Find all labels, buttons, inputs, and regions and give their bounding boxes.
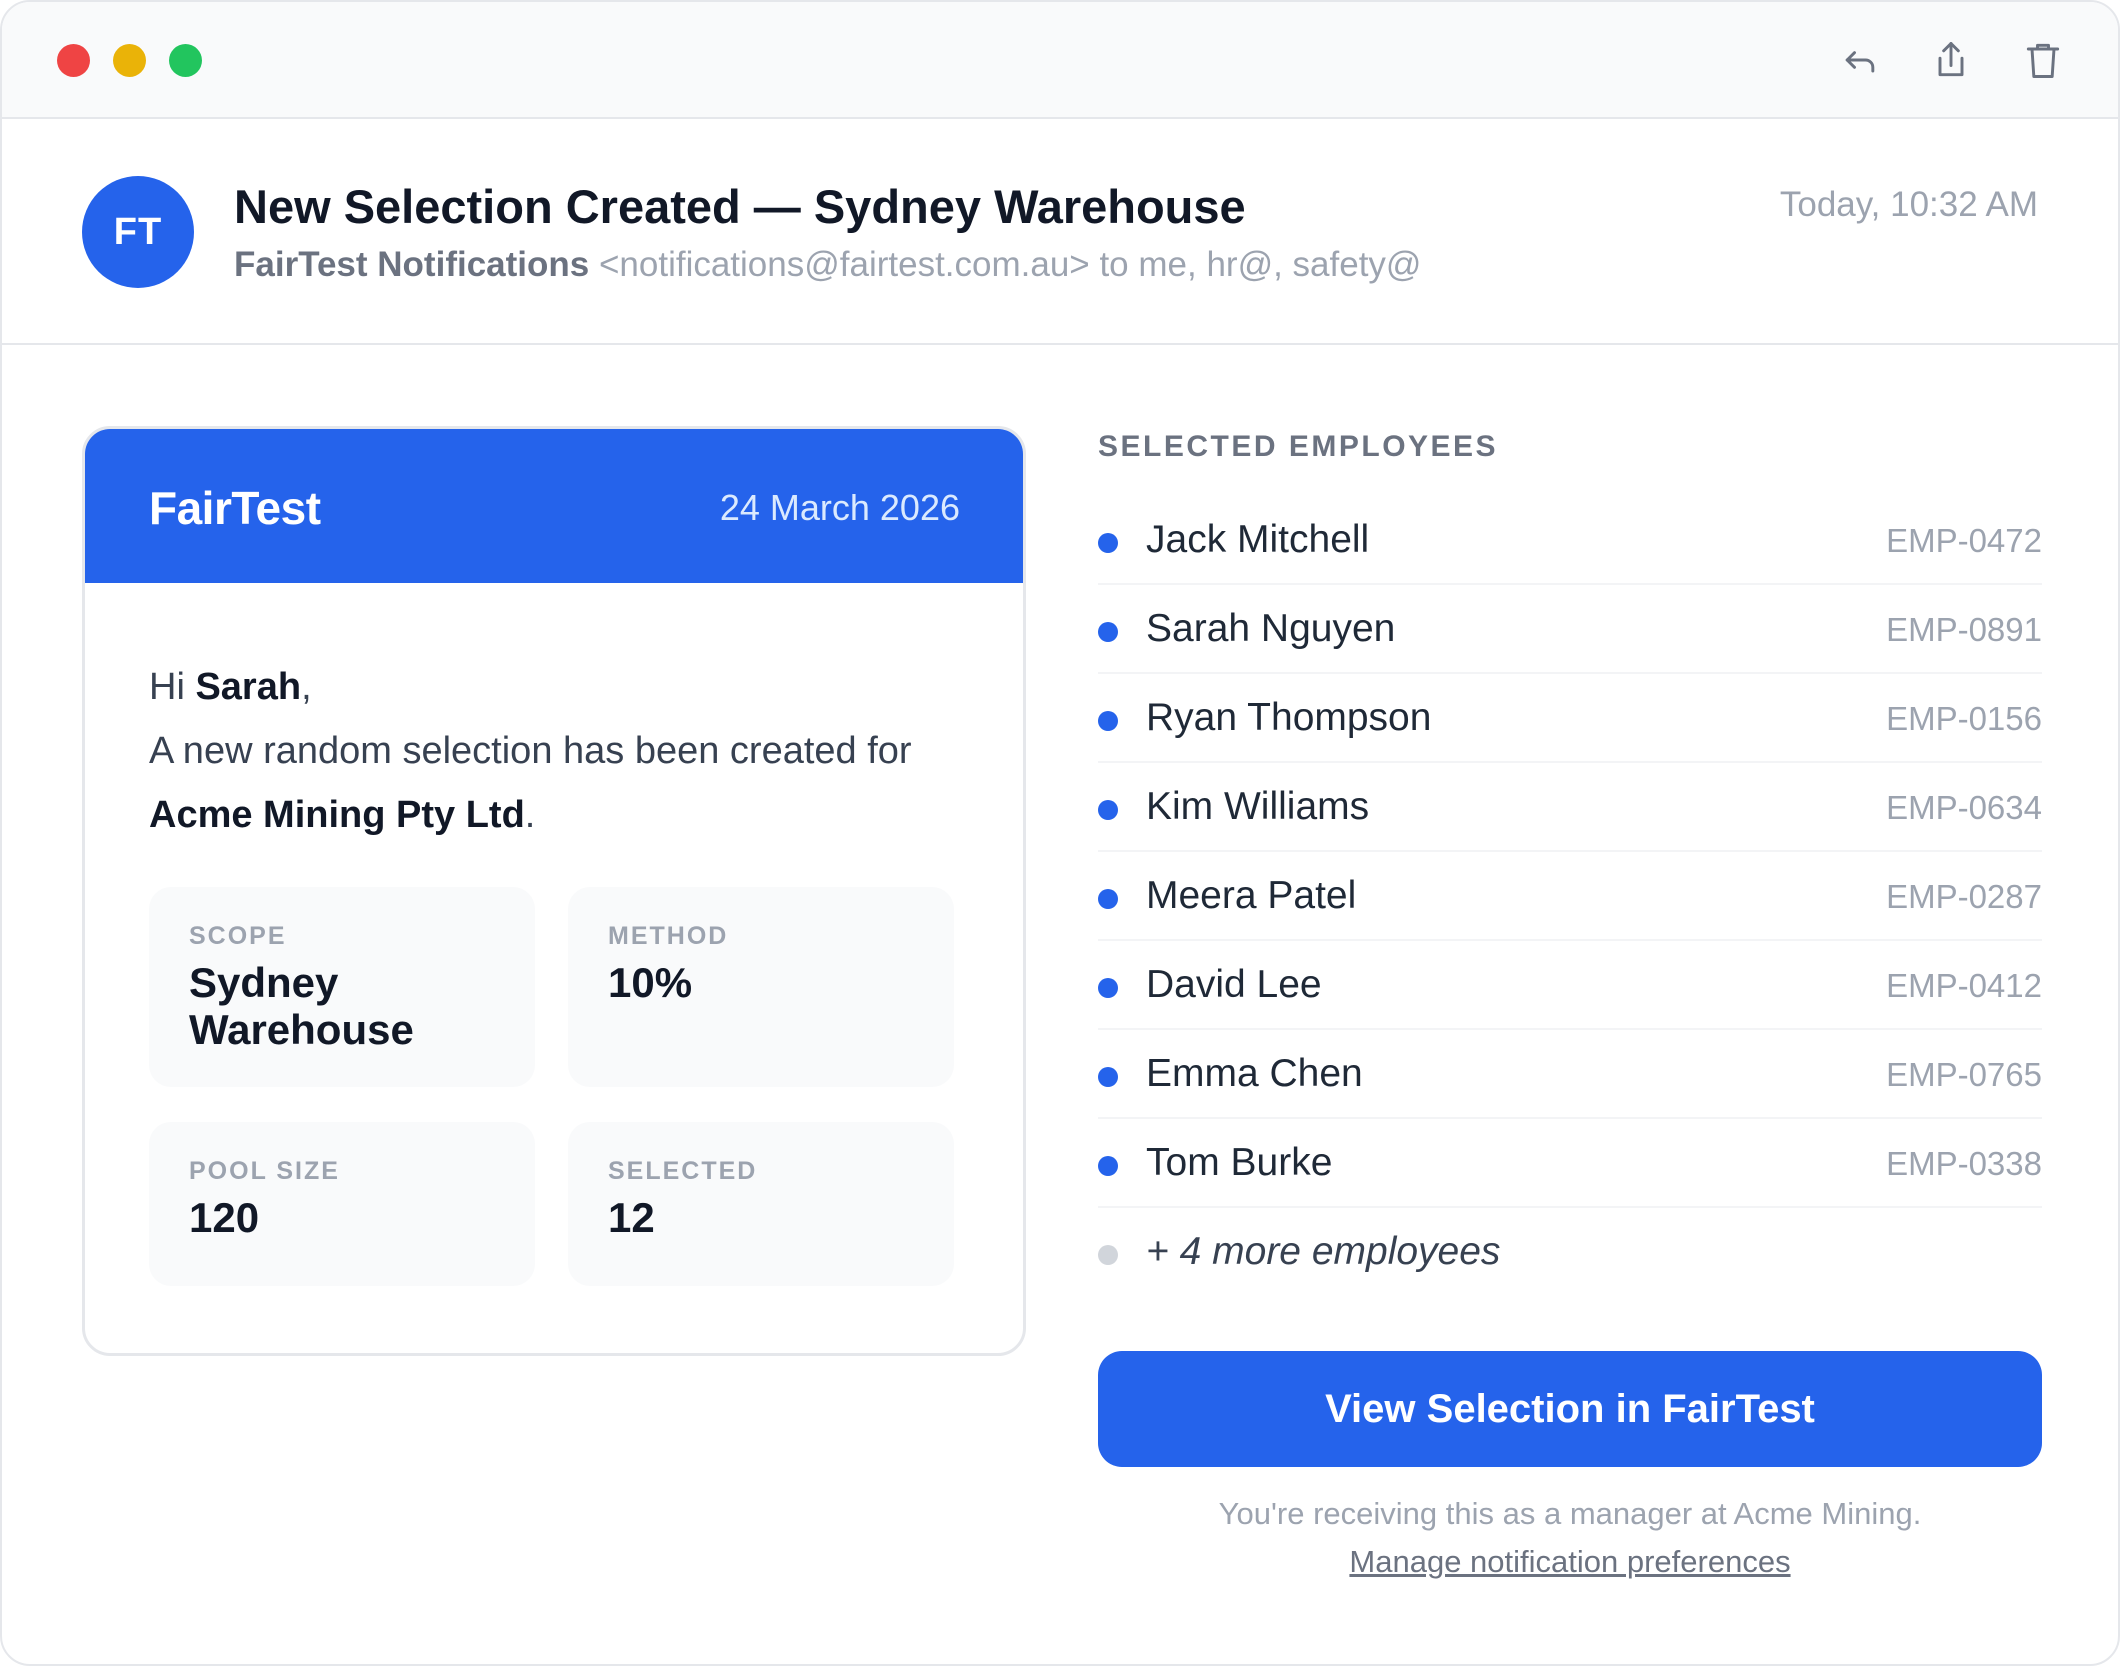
employee-name: David Lee <box>1146 963 1322 1006</box>
greeting-suffix: , <box>301 666 312 708</box>
company-name: Acme Mining Pty Ltd <box>149 794 525 836</box>
greeting-text: Hi Sarah, A new random selection has bee… <box>149 655 969 847</box>
share-icon[interactable] <box>1929 38 1973 82</box>
list-item: Sarah Nguyen EMP-0891 <box>1098 585 2042 674</box>
stat-label: SELECTED <box>608 1157 758 1185</box>
employee-name: Sarah Nguyen <box>1146 607 1396 650</box>
sender-name[interactable]: FairTest Notifications <box>234 245 589 284</box>
footer-note: You're receiving this as a manager at Ac… <box>1218 1496 1922 1531</box>
list-item: Ryan Thompson EMP-0156 <box>1098 674 2042 763</box>
message-text: A new random selection has been created … <box>149 730 912 772</box>
card-banner: FairTest 24 March 2026 <box>85 429 1023 583</box>
bullet-icon <box>1098 711 1118 731</box>
stat-pool-size: POOL SIZE 120 <box>149 1122 535 1286</box>
sender-avatar: FT <box>82 176 194 288</box>
card-date: 24 March 2026 <box>719 487 960 528</box>
bullet-icon <box>1098 1156 1118 1176</box>
employee-id: EMP-0412 <box>1886 967 2042 1004</box>
recipient-name: Sarah <box>195 666 302 708</box>
minimize-window-button[interactable] <box>113 44 146 77</box>
email-window: FT New Selection Created — Sydney Wareho… <box>0 0 2120 1666</box>
employee-id: EMP-0634 <box>1886 789 2042 826</box>
employee-name: Meera Patel <box>1146 874 1357 917</box>
employee-name: Tom Burke <box>1146 1141 1333 1184</box>
close-window-button[interactable] <box>57 44 90 77</box>
sender-line: FairTest Notifications <notifications@fa… <box>234 245 1421 285</box>
list-item: Jack Mitchell EMP-0472 <box>1098 496 2042 585</box>
stat-value: 12 <box>608 1194 655 1241</box>
bullet-icon <box>1098 533 1118 553</box>
employee-name: Ryan Thompson <box>1146 696 1432 739</box>
employee-id: EMP-0891 <box>1886 611 2042 648</box>
more-employees-label: + 4 more employees <box>1146 1230 1501 1273</box>
maximize-window-button[interactable] <box>169 44 202 77</box>
list-item: Meera Patel EMP-0287 <box>1098 852 2042 941</box>
stat-selected: SELECTED 12 <box>568 1122 954 1286</box>
list-item: Tom Burke EMP-0338 <box>1098 1119 2042 1208</box>
stat-value: 120 <box>189 1194 260 1241</box>
stat-value: Sydney Warehouse <box>189 959 414 1053</box>
stat-method: METHOD 10% <box>568 887 954 1087</box>
email-timestamp: Today, 10:32 AM <box>1779 185 2038 224</box>
bullet-icon <box>1098 800 1118 820</box>
stat-value: 10% <box>608 959 693 1006</box>
brand-logo: FairTest <box>149 482 321 534</box>
list-item: David Lee EMP-0412 <box>1098 941 2042 1030</box>
message-end: . <box>524 794 536 836</box>
stat-label: SCOPE <box>189 922 287 950</box>
bullet-icon <box>1098 1067 1118 1087</box>
selected-employees-heading: SELECTED EMPLOYEES <box>1098 430 1499 463</box>
employee-id: EMP-0765 <box>1886 1056 2042 1093</box>
manage-preferences-link[interactable]: Manage notification preferences <box>1098 1544 2042 1580</box>
employee-id: EMP-0156 <box>1886 700 2042 737</box>
greeting-prefix: Hi <box>149 666 196 708</box>
sender-address: <notifications@fairtest.com.au> to me, h… <box>598 245 1422 284</box>
employee-name: Kim Williams <box>1146 785 1370 828</box>
notification-card: FairTest 24 March 2026 Hi Sarah, A new r… <box>82 426 1026 1356</box>
employee-name: Emma Chen <box>1146 1052 1363 1095</box>
employee-list: Jack Mitchell EMP-0472 Sarah Nguyen EMP-… <box>1098 496 2042 1297</box>
email-subject: New Selection Created — Sydney Warehouse <box>234 180 1246 233</box>
view-selection-button[interactable]: View Selection in FairTest <box>1098 1351 2042 1467</box>
reply-icon[interactable] <box>1838 38 1882 82</box>
employee-id: EMP-0287 <box>1886 878 2042 915</box>
bullet-icon <box>1098 1245 1118 1265</box>
stat-label: METHOD <box>608 922 729 950</box>
employee-name: Jack Mitchell <box>1146 518 1370 561</box>
trash-icon[interactable] <box>2021 38 2065 82</box>
list-item: Emma Chen EMP-0765 <box>1098 1030 2042 1119</box>
list-item: Kim Williams EMP-0634 <box>1098 763 2042 852</box>
email-header: FT New Selection Created — Sydney Wareho… <box>2 119 2118 345</box>
stat-label: POOL SIZE <box>189 1157 340 1185</box>
employee-id: EMP-0472 <box>1886 522 2042 559</box>
bullet-icon <box>1098 622 1118 642</box>
bullet-icon <box>1098 889 1118 909</box>
stat-scope: SCOPE Sydney Warehouse <box>149 887 535 1087</box>
bullet-icon <box>1098 978 1118 998</box>
title-bar <box>2 2 2118 119</box>
employee-id: EMP-0338 <box>1886 1145 2042 1182</box>
more-employees-item: + 4 more employees <box>1098 1208 2042 1297</box>
